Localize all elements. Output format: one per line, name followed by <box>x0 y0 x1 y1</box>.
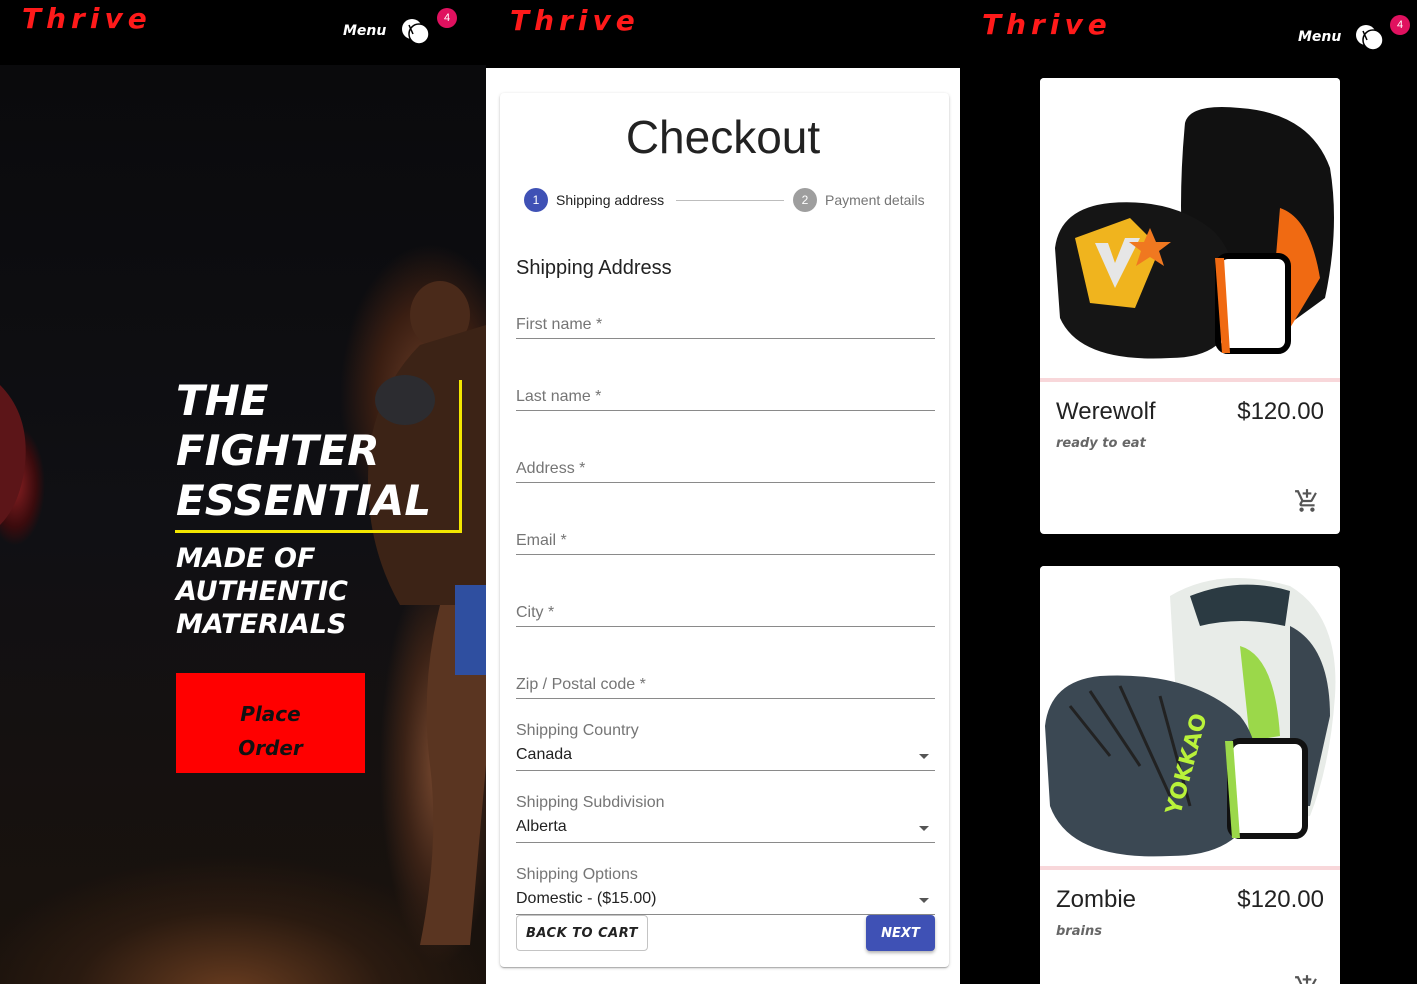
first-name-label: First name * <box>516 316 603 333</box>
shipping-country-value: Canada <box>516 746 573 763</box>
dropdown-arrow-icon <box>919 754 929 759</box>
product-name: Werewolf <box>1056 398 1156 425</box>
last-name-label: Last name * <box>516 388 602 405</box>
page-title: Checkout <box>625 111 821 163</box>
product-description: brains <box>1056 924 1102 939</box>
shipping-country-select[interactable]: Canada <box>516 744 935 771</box>
step-2-indicator: 2 <box>793 188 817 212</box>
product-name: Zombie <box>1056 886 1137 913</box>
logo[interactable]: Thrive <box>510 4 640 37</box>
add-to-cart-icon[interactable] <box>1294 488 1320 514</box>
section-title: Shipping Address <box>516 257 672 279</box>
menu-link[interactable]: Menu <box>1298 29 1341 45</box>
subline-line-1: MADE OF <box>176 543 316 574</box>
cart-count-badge: 4 <box>437 8 457 28</box>
product-price: $120.00 <box>1237 398 1324 425</box>
subline-line-3: MATERIALS <box>176 609 347 640</box>
shipping-subdivision-value: Alberta <box>516 818 567 835</box>
email-field[interactable]: Email * <box>516 532 935 555</box>
product-card[interactable]: Werewolf $120.00 ready to eat <box>1040 78 1340 534</box>
product-image: YOKKAO <box>1040 566 1340 866</box>
place-order-button[interactable]: Place Order <box>176 673 365 773</box>
city-label: City * <box>516 604 555 621</box>
landing-panel: Thrive Menu 4 THE FIGHTER ESSENTIAL MADE… <box>0 0 486 984</box>
shipping-subdivision-label: Shipping Subdivision <box>516 794 665 811</box>
address-field[interactable]: Address * <box>516 460 935 483</box>
shipping-options-label: Shipping Options <box>516 866 638 883</box>
shipping-options-select[interactable]: Domestic - ($15.00) <box>516 888 935 915</box>
subline-line-2: AUTHENTIC <box>176 576 348 607</box>
step-1-label: Shipping address <box>556 192 665 208</box>
product-divider <box>1040 378 1340 382</box>
place-order-label-2: Order <box>238 735 303 760</box>
dropdown-arrow-icon <box>919 826 929 831</box>
logo[interactable]: Thrive <box>982 8 1112 41</box>
shipping-subdivision-select[interactable]: Alberta <box>516 816 935 843</box>
add-to-cart-icon[interactable] <box>1294 974 1320 984</box>
back-to-cart-button[interactable]: BACK TO CART <box>516 915 648 951</box>
headline-line-1: THE <box>176 376 269 425</box>
last-name-field[interactable]: Last name * <box>516 388 935 411</box>
checkout-panel: Thrive Checkout 1 Shipping address 2 Pay… <box>486 0 960 984</box>
logo[interactable]: Thrive <box>22 2 152 35</box>
stepper-connector <box>676 200 784 201</box>
cart-icon[interactable] <box>1354 22 1384 52</box>
email-label: Email * <box>516 532 567 549</box>
products-panel: Thrive Menu 4 Werewolf $120.00 ready to … <box>960 0 1417 984</box>
cart-icon[interactable] <box>400 16 430 46</box>
city-field[interactable]: City * <box>516 604 935 627</box>
product-divider <box>1040 866 1340 870</box>
next-button[interactable]: NEXT <box>866 915 935 951</box>
zip-label: Zip / Postal code * <box>516 676 646 693</box>
step-1-indicator: 1 <box>524 188 548 212</box>
cart-count-badge: 4 <box>1390 15 1410 35</box>
step-2-label: Payment details <box>825 192 925 208</box>
product-image <box>1040 78 1340 378</box>
zip-field[interactable]: Zip / Postal code * <box>516 676 935 699</box>
address-label: Address * <box>516 460 586 477</box>
product-card[interactable]: YOKKAO Zombie $120.00 brains <box>1040 566 1340 984</box>
product-description: ready to eat <box>1056 436 1146 451</box>
headline-line-2: FIGHTER <box>176 426 380 475</box>
first-name-field[interactable]: First name * <box>516 316 935 339</box>
shipping-country-label: Shipping Country <box>516 722 639 739</box>
place-order-label-1: Place <box>240 701 301 726</box>
product-price: $120.00 <box>1237 886 1324 913</box>
headline-line-3: ESSENTIAL <box>176 476 432 525</box>
dropdown-arrow-icon <box>919 898 929 903</box>
menu-link[interactable]: Menu <box>343 23 386 39</box>
shipping-options-value: Domestic - ($15.00) <box>516 890 657 907</box>
